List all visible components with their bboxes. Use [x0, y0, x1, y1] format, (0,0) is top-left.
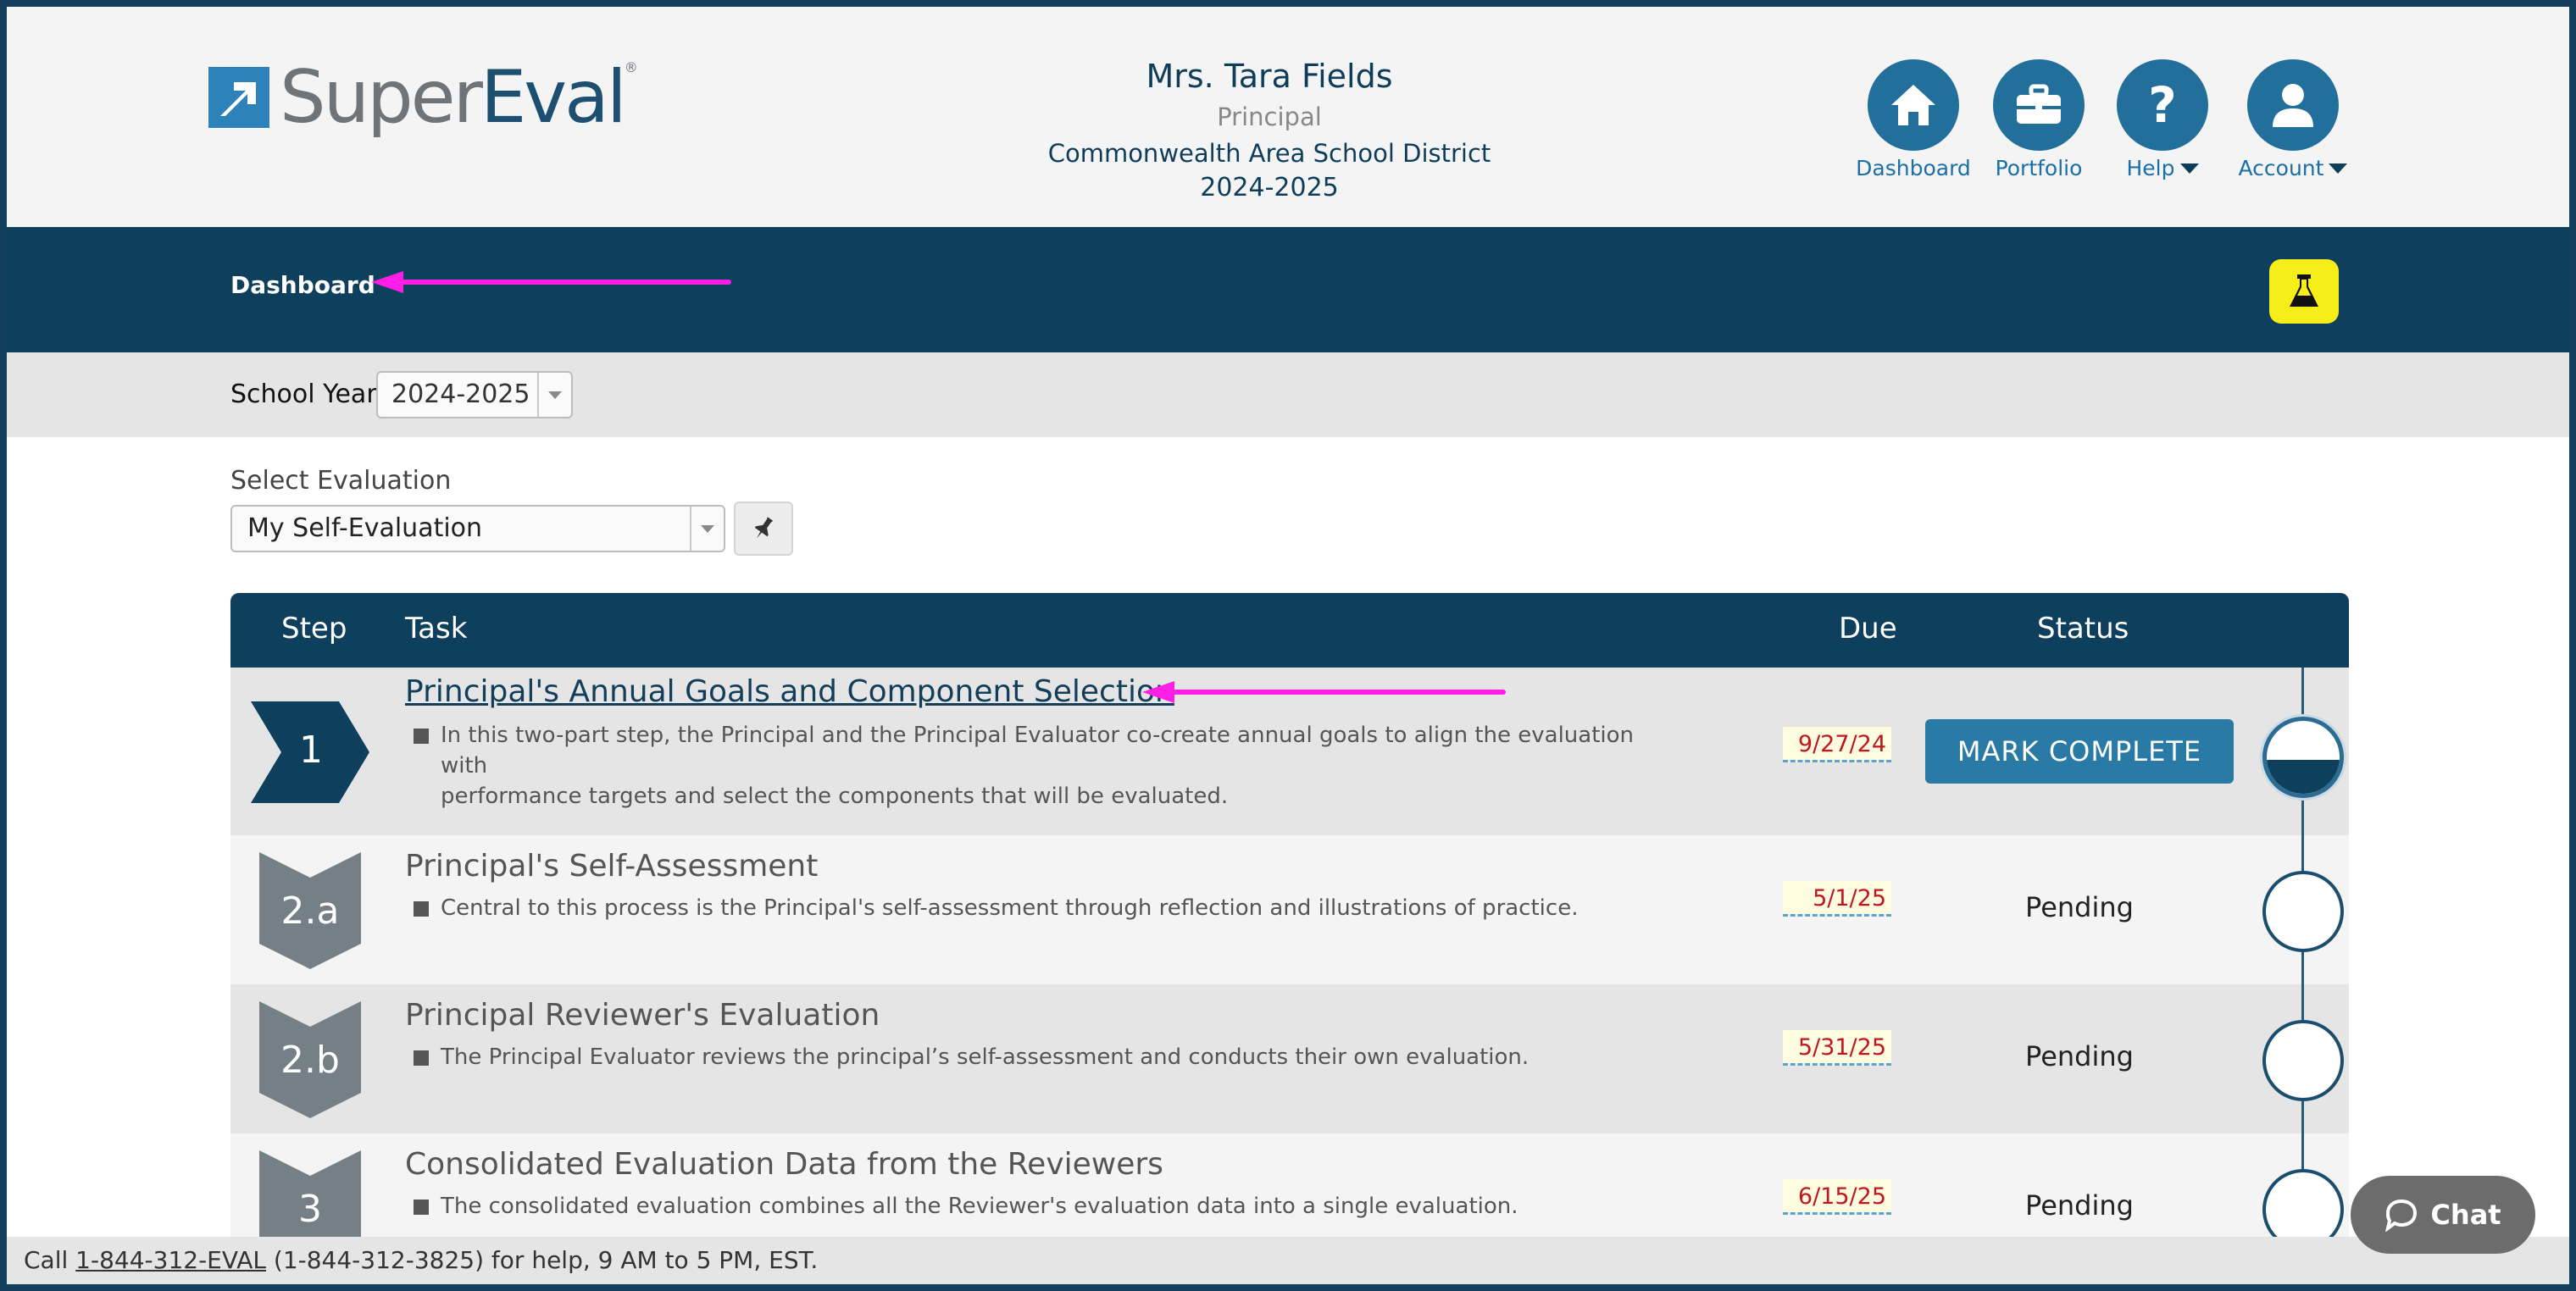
status-pending: Pending: [2025, 1040, 2134, 1072]
dropdown-arrow-icon: [537, 373, 571, 417]
task-description: The consolidated evaluation combines all…: [405, 1191, 1676, 1222]
logo-wordmark: SuperEval®: [280, 55, 638, 140]
due-date[interactable]: 5/31/25: [1783, 1030, 1891, 1066]
header-status: Status: [2037, 612, 2129, 646]
table-row: 2.a Principal's Self-Assessment Central …: [230, 835, 2349, 984]
user-year: 2024-2025: [1200, 173, 1339, 202]
flask-button[interactable]: [2269, 259, 2339, 324]
task-link-goals[interactable]: Principal's Annual Goals and Component S…: [405, 674, 1174, 709]
evaluation-select[interactable]: My Self-Evaluation: [230, 505, 725, 552]
pin-icon: [754, 517, 774, 539]
breadcrumb-bar: Dashboard: [7, 227, 2569, 352]
task-description: The Principal Evaluator reviews the prin…: [405, 1042, 1676, 1072]
step-number: 2.a: [280, 889, 340, 933]
pin-button[interactable]: [734, 501, 793, 556]
task-title: Principal's Self-Assessment: [405, 849, 819, 884]
superEval-logo[interactable]: SuperEval®: [208, 61, 638, 134]
school-year-bar: School Year: 2024-2025: [7, 352, 2569, 437]
annotation-arrow-icon: [1142, 681, 1506, 703]
header-due: Due: [1839, 612, 1897, 646]
step-number: 1: [299, 729, 323, 772]
due-date[interactable]: 6/15/25: [1783, 1179, 1891, 1215]
table-header: Step Task Due Status: [230, 593, 2349, 668]
table-row: 1 Principal's Annual Goals and Component…: [230, 668, 2349, 835]
breadcrumb-dashboard[interactable]: Dashboard: [230, 271, 375, 299]
top-header: SuperEval® Mrs. Tara Fields Principal Co…: [7, 7, 2569, 227]
task-title: Principal Reviewer's Evaluation: [405, 998, 880, 1033]
user-role: Principal: [1217, 103, 1322, 131]
step-number: 3: [298, 1188, 322, 1231]
chevron-down-icon: [2179, 163, 2199, 174]
user-name: Mrs. Tara Fields: [1146, 58, 1393, 95]
header-task: Task: [405, 612, 468, 646]
briefcase-icon: [1993, 59, 2085, 151]
step-number: 2.b: [280, 1039, 340, 1082]
status-pending: Pending: [2025, 891, 2134, 923]
help-phone-link[interactable]: 1-844-312-EVAL: [75, 1246, 266, 1274]
task-title: Consolidated Evaluation Data from the Re…: [405, 1147, 1163, 1182]
select-evaluation-label: Select Evaluation: [230, 466, 452, 496]
bullet-square-icon: [414, 1050, 429, 1066]
nav-account[interactable]: Account: [2208, 59, 2378, 180]
status-pending: Pending: [2025, 1189, 2134, 1222]
task-description: Central to this process is the Principal…: [405, 893, 1676, 923]
bullet-square-icon: [414, 729, 429, 744]
app-frame: SuperEval® Mrs. Tara Fields Principal Co…: [7, 7, 2569, 1284]
dropdown-arrow-icon: [690, 507, 724, 551]
school-year-label: School Year:: [230, 380, 386, 409]
bullet-square-icon: [414, 901, 429, 917]
bullet-square-icon: [414, 1200, 429, 1215]
annotation-arrow-icon: [371, 271, 731, 293]
header-step: Step: [281, 612, 347, 646]
home-icon: [1868, 59, 1959, 151]
task-description: In this two-part step, the Principal and…: [405, 720, 1676, 812]
question-icon: ?: [2117, 59, 2208, 151]
task-table: Step Task Due Status 1 Principal's Annua…: [230, 593, 2349, 1284]
logo-mark-icon: [208, 67, 269, 128]
user-icon: [2247, 59, 2339, 151]
help-footer: Call 1-844-312-EVAL (1-844-312-3825) for…: [7, 1237, 2569, 1284]
chat-bubble-icon: [2385, 1199, 2418, 1232]
timeline-empty-circle-icon: [2262, 871, 2344, 952]
timeline-empty-circle-icon: [2262, 1020, 2344, 1101]
chat-button[interactable]: Chat: [2351, 1176, 2535, 1254]
due-date[interactable]: 5/1/25: [1783, 881, 1891, 917]
school-year-select[interactable]: 2024-2025: [376, 371, 573, 418]
mark-complete-button[interactable]: MARK COMPLETE: [1925, 719, 2234, 784]
timeline-progress-half-icon: [2262, 717, 2344, 798]
due-date[interactable]: 9/27/24: [1783, 727, 1891, 762]
user-info: Mrs. Tara Fields Principal Commonwealth …: [973, 54, 1566, 205]
table-row: 2.b Principal Reviewer's Evaluation The …: [230, 984, 2349, 1133]
user-district: Commonwealth Area School District: [1047, 139, 1491, 168]
flask-icon: [2290, 274, 2318, 307]
chevron-down-icon: [2329, 163, 2348, 174]
